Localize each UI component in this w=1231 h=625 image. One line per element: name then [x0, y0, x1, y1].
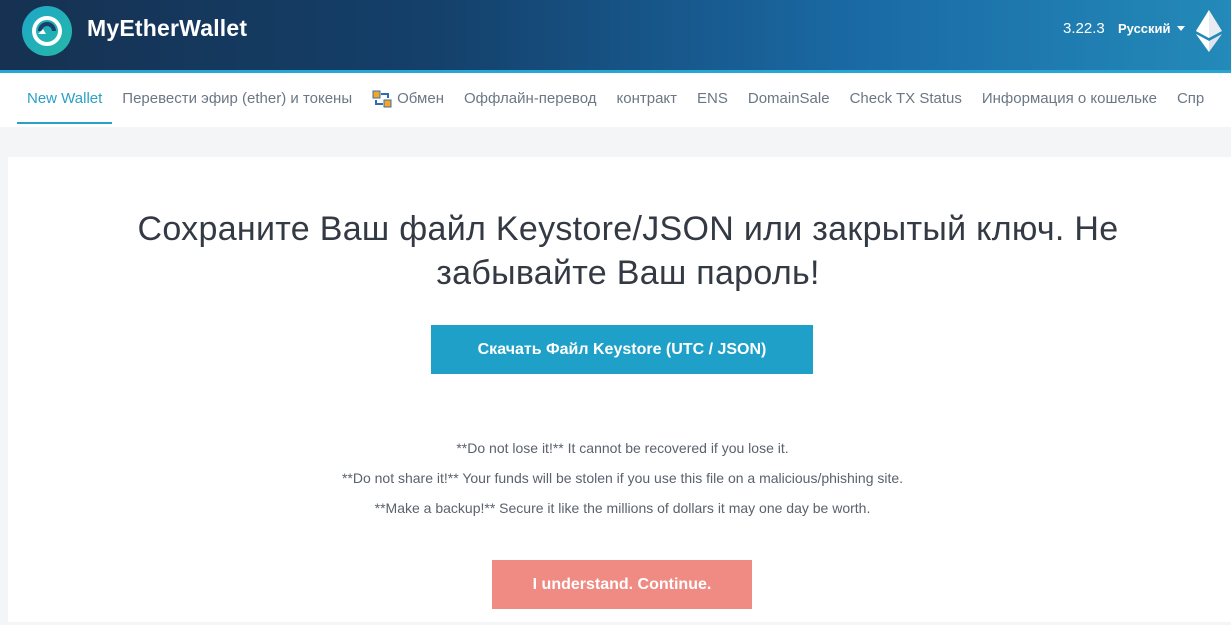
tab-swap[interactable]: Обмен: [362, 73, 454, 124]
tab-swap-label: Обмен: [397, 90, 444, 107]
tab-contracts-label: контракт: [616, 90, 678, 107]
tab-new-wallet[interactable]: New Wallet: [17, 73, 113, 124]
tab-domainsale[interactable]: DomainSale: [738, 73, 840, 124]
tab-help-label: Спр: [1176, 90, 1205, 107]
tab-help[interactable]: Спр: [1167, 73, 1214, 124]
save-keystore-panel: Сохраните Ваш файл Keystore/JSON или зак…: [8, 157, 1231, 622]
language-dropdown[interactable]: Русский: [1118, 21, 1185, 36]
swap-icon: [372, 89, 392, 109]
warning-do-not-lose: **Do not lose it!** It cannot be recover…: [456, 440, 789, 456]
page-title: Сохраните Ваш файл Keystore/JSON или зак…: [78, 207, 1178, 295]
tab-send-ether-tokens[interactable]: Перевести эфир (ether) и токены: [112, 73, 362, 124]
title-line-1: Сохраните Ваш файл Keystore/JSON или зак…: [137, 210, 1119, 248]
continue-button[interactable]: I understand. Continue.: [492, 560, 752, 609]
tab-new-wallet-label: New Wallet: [27, 90, 103, 107]
version-label: 3.22.3: [1063, 20, 1105, 37]
tab-wallet-info-label: Информация о кошельке: [981, 90, 1157, 107]
brand-name[interactable]: MyEtherWallet: [87, 15, 247, 42]
warning-make-backup: **Make a backup!** Secure it like the mi…: [374, 500, 871, 516]
tab-contracts[interactable]: контракт: [607, 73, 688, 124]
tab-ens-label: ENS: [697, 90, 728, 107]
tab-offline-label: Оффлайн-перевод: [464, 90, 597, 107]
myetherwallet-logo-icon[interactable]: [22, 6, 72, 56]
tab-ens[interactable]: ENS: [687, 73, 738, 124]
language-label: Русский: [1118, 21, 1171, 36]
chevron-down-icon: [1176, 26, 1185, 31]
tab-offline-transaction[interactable]: Оффлайн-перевод: [454, 73, 607, 124]
title-line-2: забывайте Ваш пароль!: [436, 254, 820, 292]
main-nav: New Wallet Перевести эфир (ether) и токе…: [0, 73, 1231, 127]
top-header: MyEtherWallet 3.22.3 Русский: [0, 0, 1231, 73]
tab-check-tx-status[interactable]: Check TX Status: [840, 73, 972, 124]
tab-send-label: Перевести эфир (ether) и токены: [122, 90, 353, 107]
tab-check-tx-label: Check TX Status: [849, 90, 962, 107]
tab-view-wallet-info[interactable]: Информация о кошельке: [972, 73, 1167, 124]
warning-do-not-share: **Do not share it!** Your funds will be …: [341, 470, 904, 486]
ethereum-icon: [1196, 10, 1222, 57]
tab-domainsale-label: DomainSale: [747, 90, 830, 107]
download-keystore-button[interactable]: Скачать Файл Keystore (UTC / JSON): [431, 325, 813, 374]
